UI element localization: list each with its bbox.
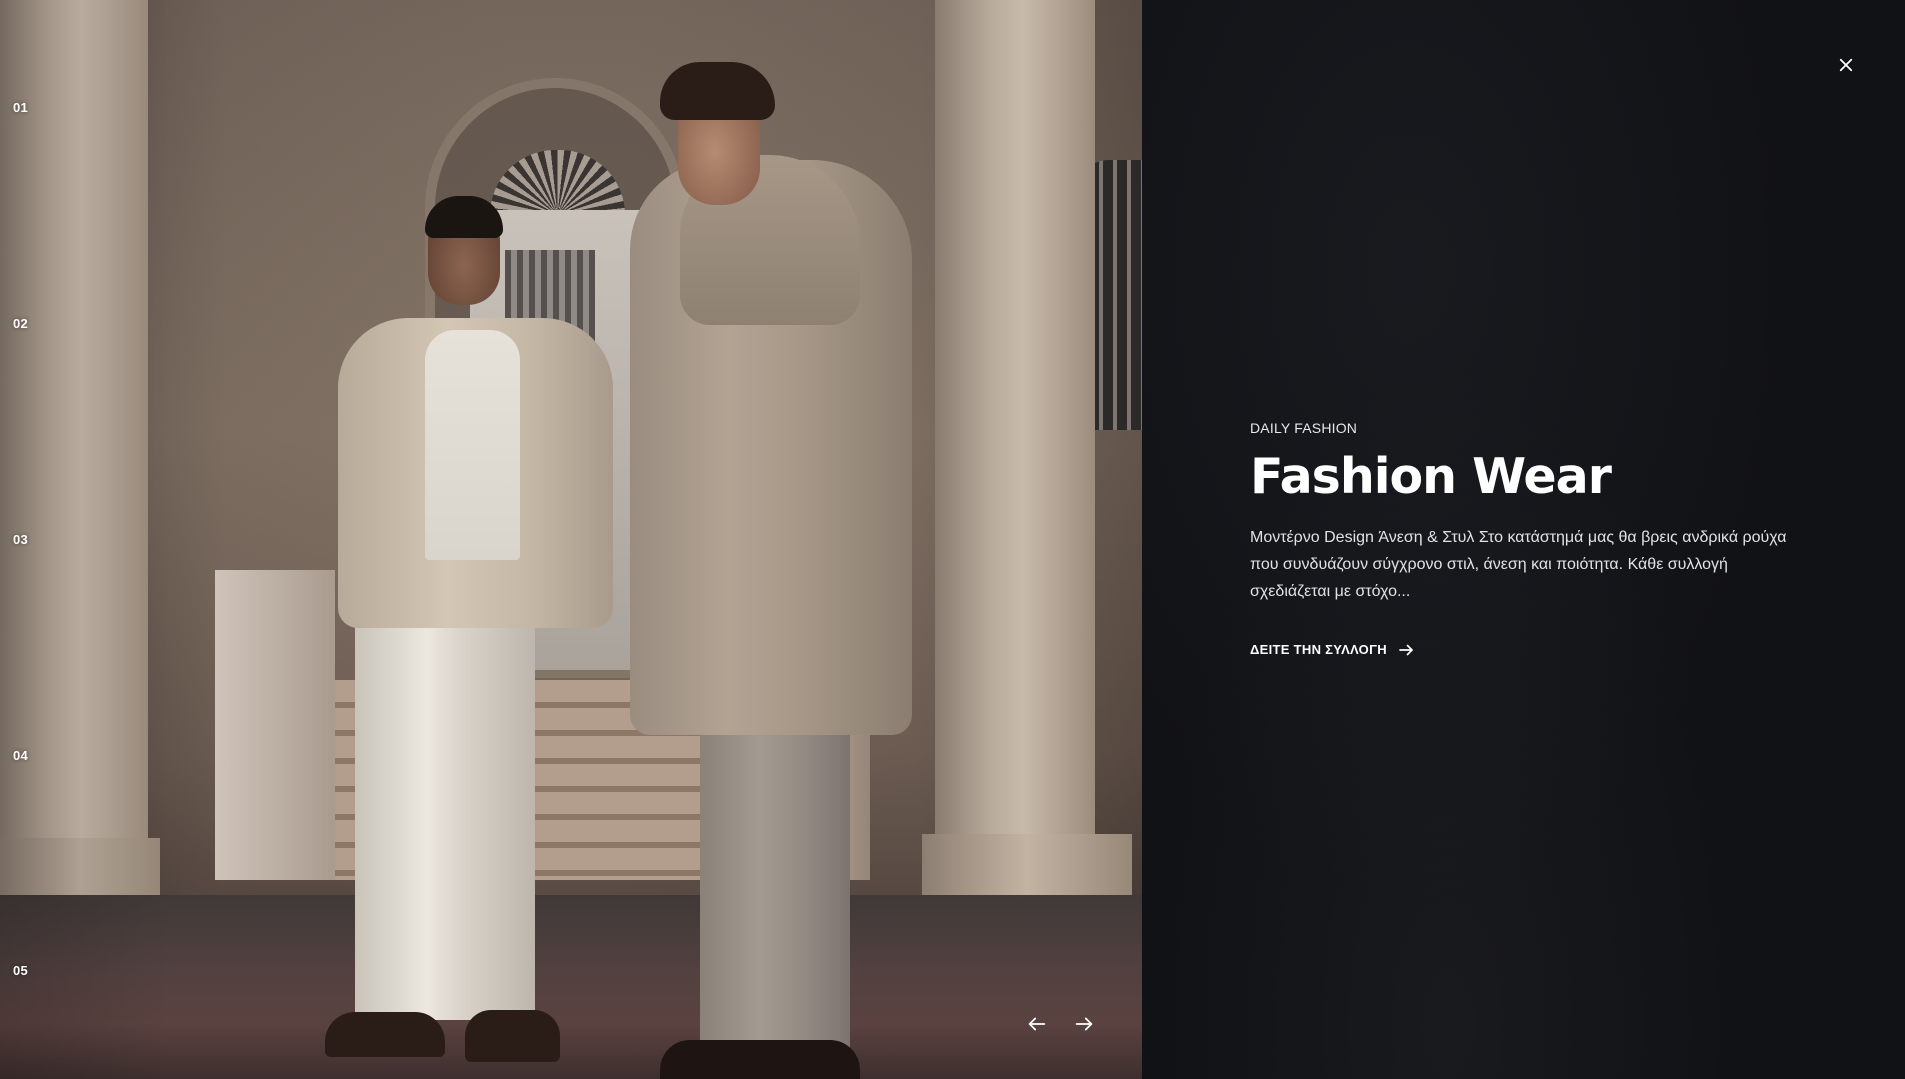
hero-photo: 01 02 03 04 05 [0, 0, 1142, 1079]
ground [0, 895, 1142, 1079]
eyebrow-label: DAILY FASHION [1250, 420, 1358, 436]
model-right-shoes [660, 1040, 860, 1079]
model-right-hair [660, 62, 775, 120]
slide-number-02[interactable]: 02 [13, 316, 28, 331]
close-button[interactable] [1833, 52, 1859, 78]
panel-description: Μοντέρνο Design Άνεση & Στυλ Στο κατάστη… [1250, 528, 1787, 600]
column-left [0, 0, 148, 840]
arrow-left-icon [1028, 1017, 1046, 1031]
view-collection-label: ΔΕΙΤΕ ΤΗΝ ΣΥΛΛΟΓΗ [1250, 642, 1387, 658]
column-right [935, 0, 1095, 840]
panel-title: Fashion Wear [1250, 448, 1612, 505]
prev-slide-button[interactable] [1021, 1008, 1053, 1040]
column-left-base [0, 838, 160, 900]
slide-number-01[interactable]: 01 [13, 100, 28, 115]
arrow-right-icon [1075, 1017, 1093, 1031]
slide-number-05[interactable]: 05 [13, 963, 28, 978]
close-icon [1839, 58, 1853, 72]
model-left-shoe [325, 1012, 445, 1057]
column-right-base [922, 834, 1132, 898]
view-collection-link[interactable]: ΔΕΙΤΕ ΤΗΝ ΣΥΛΛΟΓΗ [1250, 641, 1415, 659]
model-right-pants [700, 720, 850, 1060]
stair-wall-left [215, 570, 335, 880]
next-slide-button[interactable] [1068, 1008, 1100, 1040]
panel-content: DAILY FASHION Fashion Wear Μοντέρνο Desi… [1250, 420, 1810, 659]
slide-number-03[interactable]: 03 [13, 532, 28, 547]
model-left-shoe [465, 1010, 560, 1062]
page: 01 02 03 04 05 DAILY FASHION Fashion Wea… [0, 0, 1905, 1079]
arrow-right-icon [1399, 644, 1413, 656]
model-left-shirt [425, 330, 520, 560]
slide-number-04[interactable]: 04 [13, 748, 28, 763]
